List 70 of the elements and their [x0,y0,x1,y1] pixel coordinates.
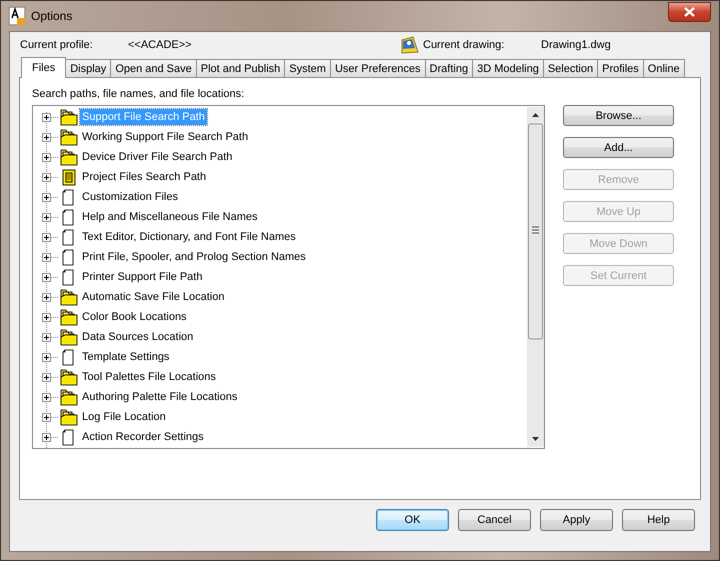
folders-icon [58,108,78,126]
drawing-value: Drawing1.dwg [541,38,612,50]
expand-icon[interactable] [42,332,51,342]
expand-icon[interactable] [42,232,51,242]
profile-label: Current profile: [20,38,94,50]
expand-icon[interactable] [42,372,51,382]
drawing-icon [401,36,419,54]
tab[interactable]: Plot and Publish [196,59,286,77]
folders-icon [58,148,78,166]
tree-item[interactable]: Data Sources Location [80,329,196,345]
tree-item[interactable]: Help and Miscellaneous File Names [80,209,260,225]
expand-icon[interactable] [42,412,51,422]
expand-icon[interactable] [42,252,51,262]
tree-item[interactable]: Print File, Spooler, and Prolog Section Names [80,249,308,265]
folders-icon [58,388,78,406]
profile-value: <<ACADE>> [128,38,192,50]
expand-icon[interactable] [42,112,51,122]
expand-icon[interactable] [42,292,51,302]
expand-icon[interactable] [42,352,51,362]
tab[interactable]: Files [21,57,66,78]
tab[interactable]: Selection [542,59,598,77]
tab[interactable]: Display [65,59,112,77]
expand-icon[interactable] [42,172,51,182]
folders-icon [58,288,78,306]
tree-item[interactable]: Customization Files [80,189,180,205]
tab[interactable]: User Preferences [330,59,426,77]
tab[interactable]: Online [642,59,685,77]
tree-item[interactable]: Text Editor, Dictionary, and Font File Names [80,229,298,245]
tree-item[interactable]: Printer Support File Path [80,269,204,285]
app-icon [9,7,25,25]
side-button[interactable]: Browse... [563,105,674,126]
tab[interactable]: Open and Save [110,59,197,77]
folders-icon [58,368,78,386]
expand-icon[interactable] [42,132,51,142]
dialog-button[interactable]: OK [376,509,449,531]
scrollbar[interactable] [527,107,544,447]
folders-icon [58,308,78,326]
close-icon [684,7,695,17]
side-button[interactable]: Add... [563,137,674,158]
tab[interactable]: 3D Modeling [472,59,544,77]
expand-icon[interactable] [42,192,51,202]
expand-icon[interactable] [42,432,51,442]
tree-item[interactable]: Tool Palettes File Locations [80,369,218,385]
tab[interactable]: System [284,59,331,77]
tree-item[interactable]: Action Recorder Settings [80,429,206,445]
tree-item[interactable]: Authoring Palette File Locations [80,389,240,405]
folders-icon [58,408,78,426]
folders-icon [58,128,78,146]
tree-item[interactable]: Log File Location [80,409,168,425]
tab[interactable]: Profiles [597,59,644,77]
tree-item[interactable]: Working Support File Search Path [80,129,250,145]
folders-icon [58,328,78,346]
expand-icon[interactable] [42,312,51,322]
window-title: Options [31,9,72,23]
tree-item[interactable]: Automatic Save File Location [80,289,226,305]
expand-icon[interactable] [42,392,51,402]
tree-item[interactable]: Template Settings [80,349,172,365]
expand-icon[interactable] [42,212,51,222]
tree-item[interactable]: Color Book Locations [80,309,189,325]
tab[interactable]: Drafting [424,59,474,77]
dialog-button[interactable]: Apply [540,509,613,531]
drawing-label: Current drawing: [423,38,506,50]
expand-icon[interactable] [42,272,51,282]
tree-caption: Search paths, file names, and file locations: [32,88,246,100]
tree-item[interactable]: Device Driver File Search Path [80,149,234,165]
dialog-button[interactable]: Help [622,509,695,531]
expand-icon[interactable] [42,152,51,162]
close-button[interactable] [668,2,711,22]
dialog-button[interactable]: Cancel [458,509,531,531]
tree-item[interactable]: Project Files Search Path [80,169,208,185]
